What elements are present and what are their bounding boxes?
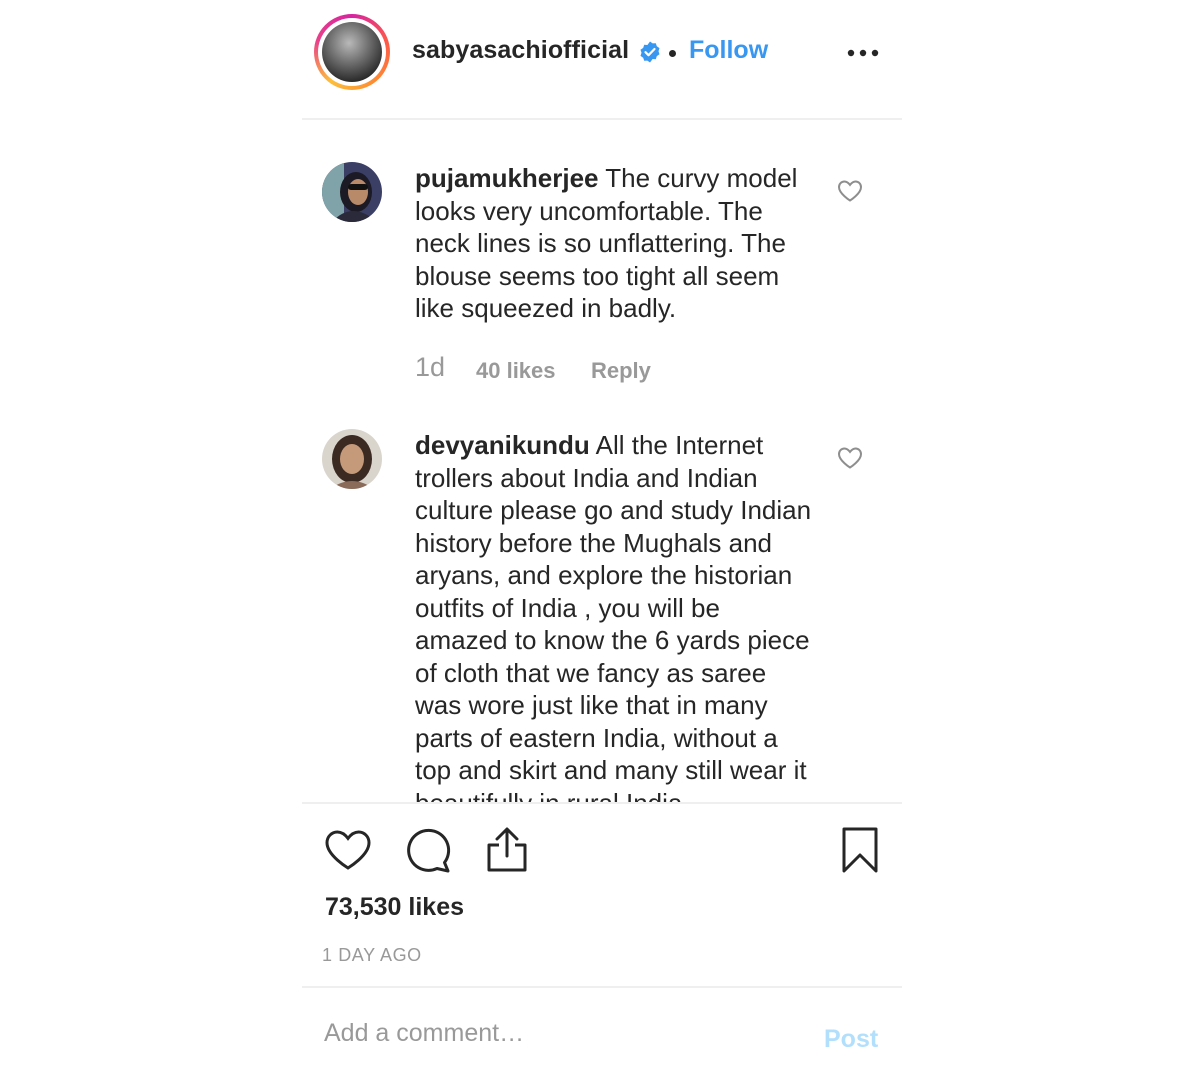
comment-icon[interactable]: [404, 828, 452, 874]
reply-button[interactable]: Reply: [591, 358, 651, 384]
post-timestamp: 1 DAY AGO: [322, 945, 422, 965]
comment-like-heart-icon[interactable]: [837, 179, 863, 203]
follow-button[interactable]: Follow: [689, 36, 768, 65]
share-icon[interactable]: [484, 826, 530, 874]
total-likes[interactable]: 73,530 likes: [325, 893, 464, 922]
add-comment-input[interactable]: [324, 1015, 794, 1051]
comment-text: devyanikundu All the Internet trollers a…: [415, 429, 820, 802]
comment-username[interactable]: devyanikundu: [415, 430, 590, 460]
author-avatar-photo: [322, 22, 382, 82]
commenter-avatar[interactable]: [322, 162, 382, 222]
post-comment-button[interactable]: Post: [824, 1025, 878, 1054]
comment-body: All the Internet trollers about India an…: [415, 430, 812, 802]
heart-icon[interactable]: [324, 828, 372, 872]
comment-likes[interactable]: 40 likes: [476, 358, 556, 384]
post-panel: sabyasachiofficial Follow pujamukherjee …: [302, 0, 902, 1071]
add-comment-bar: Post: [302, 989, 902, 1071]
comment-like-heart-icon[interactable]: [837, 446, 863, 470]
comment-username[interactable]: pujamukherjee: [415, 163, 599, 193]
divider: [302, 802, 902, 804]
author-avatar[interactable]: [314, 14, 390, 90]
more-options-icon[interactable]: [846, 44, 880, 62]
separator-dot: [669, 50, 676, 57]
divider: [302, 986, 902, 988]
bookmark-icon[interactable]: [840, 826, 880, 874]
commenter-avatar-photo: [322, 429, 382, 489]
comment-text: pujamukherjee The curvy model looks very…: [415, 162, 820, 325]
comment-time: 1d: [415, 352, 446, 382]
author-username[interactable]: sabyasachiofficial: [412, 36, 629, 65]
verified-badge-icon: [640, 41, 660, 63]
commenter-avatar[interactable]: [322, 429, 382, 489]
comments-list[interactable]: pujamukherjee The curvy model looks very…: [302, 120, 902, 802]
post-header: sabyasachiofficial Follow: [302, 0, 902, 120]
commenter-avatar-photo: [322, 162, 382, 222]
